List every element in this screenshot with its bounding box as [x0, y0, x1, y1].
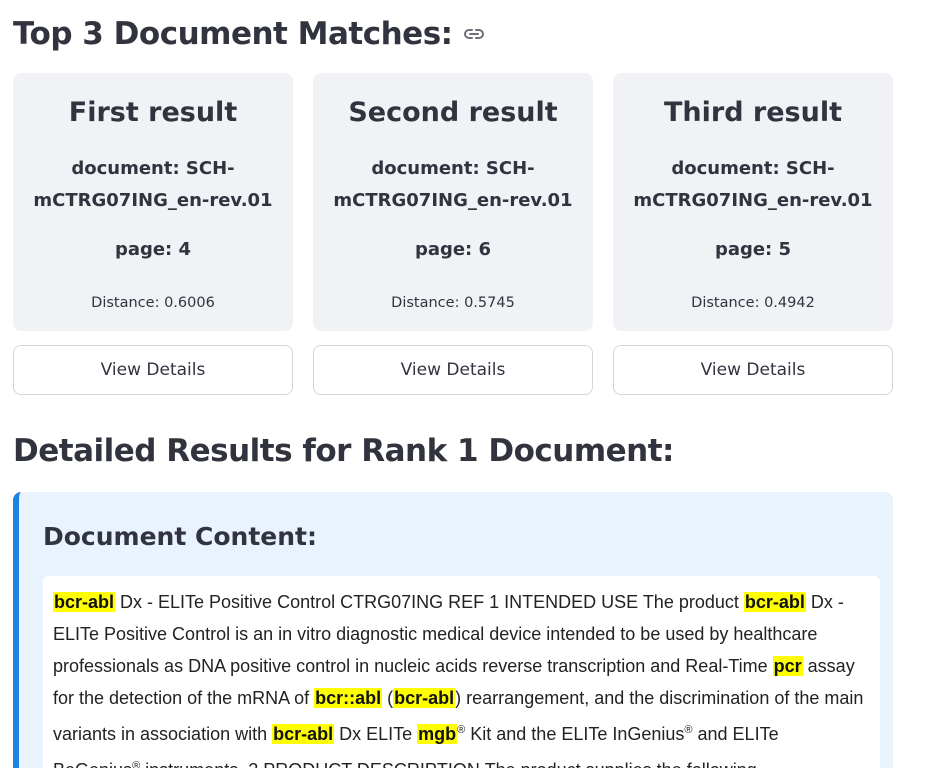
result-document: document: SCH- mCTRG07ING_en-rev.01 — [313, 153, 593, 217]
document-content-box: bcr-abl Dx - ELITe Positive Control CTRG… — [43, 576, 880, 768]
result-document-line2: mCTRG07ING_en-rev.01 — [33, 190, 273, 211]
highlight-term: pcr — [772, 656, 803, 676]
content-segment: Dx ELITe — [334, 724, 418, 744]
document-content-text: bcr-abl Dx - ELITe Positive Control CTRG… — [53, 586, 870, 768]
result-document: document: SCH- mCTRG07ING_en-rev.01 — [13, 153, 293, 217]
result-card-third: Third result document: SCH- mCTRG07ING_e… — [613, 73, 893, 331]
result-distance: Distance: 0.5745 — [391, 295, 515, 311]
content-heading: Document Content: — [43, 522, 317, 551]
registered-mark: ® — [684, 724, 693, 736]
result-document-line1: document: SCH- — [671, 158, 835, 179]
content-segment: Dx - ELITe Positive Control CTRG07ING RE… — [115, 592, 744, 612]
registered-mark: ® — [132, 760, 141, 768]
highlight-term: bcr-abl — [272, 724, 335, 744]
link-icon[interactable] — [463, 27, 485, 41]
result-document-line1: document: SCH- — [71, 158, 235, 179]
result-title: First result — [68, 97, 238, 128]
result-document: document: SCH- mCTRG07ING_en-rev.01 — [613, 153, 893, 217]
highlight-term: bcr::abl — [314, 688, 383, 708]
result-document-line2: mCTRG07ING_en-rev.01 — [633, 190, 873, 211]
result-document-line2: mCTRG07ING_en-rev.01 — [333, 190, 573, 211]
result-title: Second result — [348, 97, 558, 128]
highlight-term: bcr-abl — [743, 592, 806, 612]
view-details-button-second[interactable]: View Details — [313, 345, 593, 395]
result-page: page: 5 — [714, 239, 792, 260]
view-details-button-third[interactable]: View Details — [613, 345, 893, 395]
matches-heading: Top 3 Document Matches: — [13, 12, 485, 56]
matches-heading-text: Top 3 Document Matches: — [13, 16, 453, 52]
content-segment: ( — [382, 688, 394, 708]
result-distance: Distance: 0.6006 — [91, 295, 215, 311]
result-document-line1: document: SCH- — [371, 158, 535, 179]
detail-heading: Detailed Results for Rank 1 Document: — [13, 433, 674, 469]
highlight-term: mgb — [417, 724, 458, 744]
result-distance: Distance: 0.4942 — [691, 295, 815, 311]
document-content-panel: Document Content: bcr-abl Dx - ELITe Pos… — [13, 492, 893, 768]
result-title: Third result — [663, 97, 843, 128]
highlight-term: bcr-abl — [393, 688, 456, 708]
view-details-button-first[interactable]: View Details — [13, 345, 293, 395]
content-segment: Kit and the ELITe InGenius — [465, 724, 685, 744]
result-page: page: 4 — [114, 239, 192, 260]
result-card-first: First result document: SCH- mCTRG07ING_e… — [13, 73, 293, 331]
highlight-term: bcr-abl — [53, 592, 116, 612]
result-page: page: 6 — [414, 239, 492, 260]
content-segment: instruments. 2 PRODUCT DESCRIPTION The p… — [140, 760, 757, 768]
result-card-second: Second result document: SCH- mCTRG07ING_… — [313, 73, 593, 331]
